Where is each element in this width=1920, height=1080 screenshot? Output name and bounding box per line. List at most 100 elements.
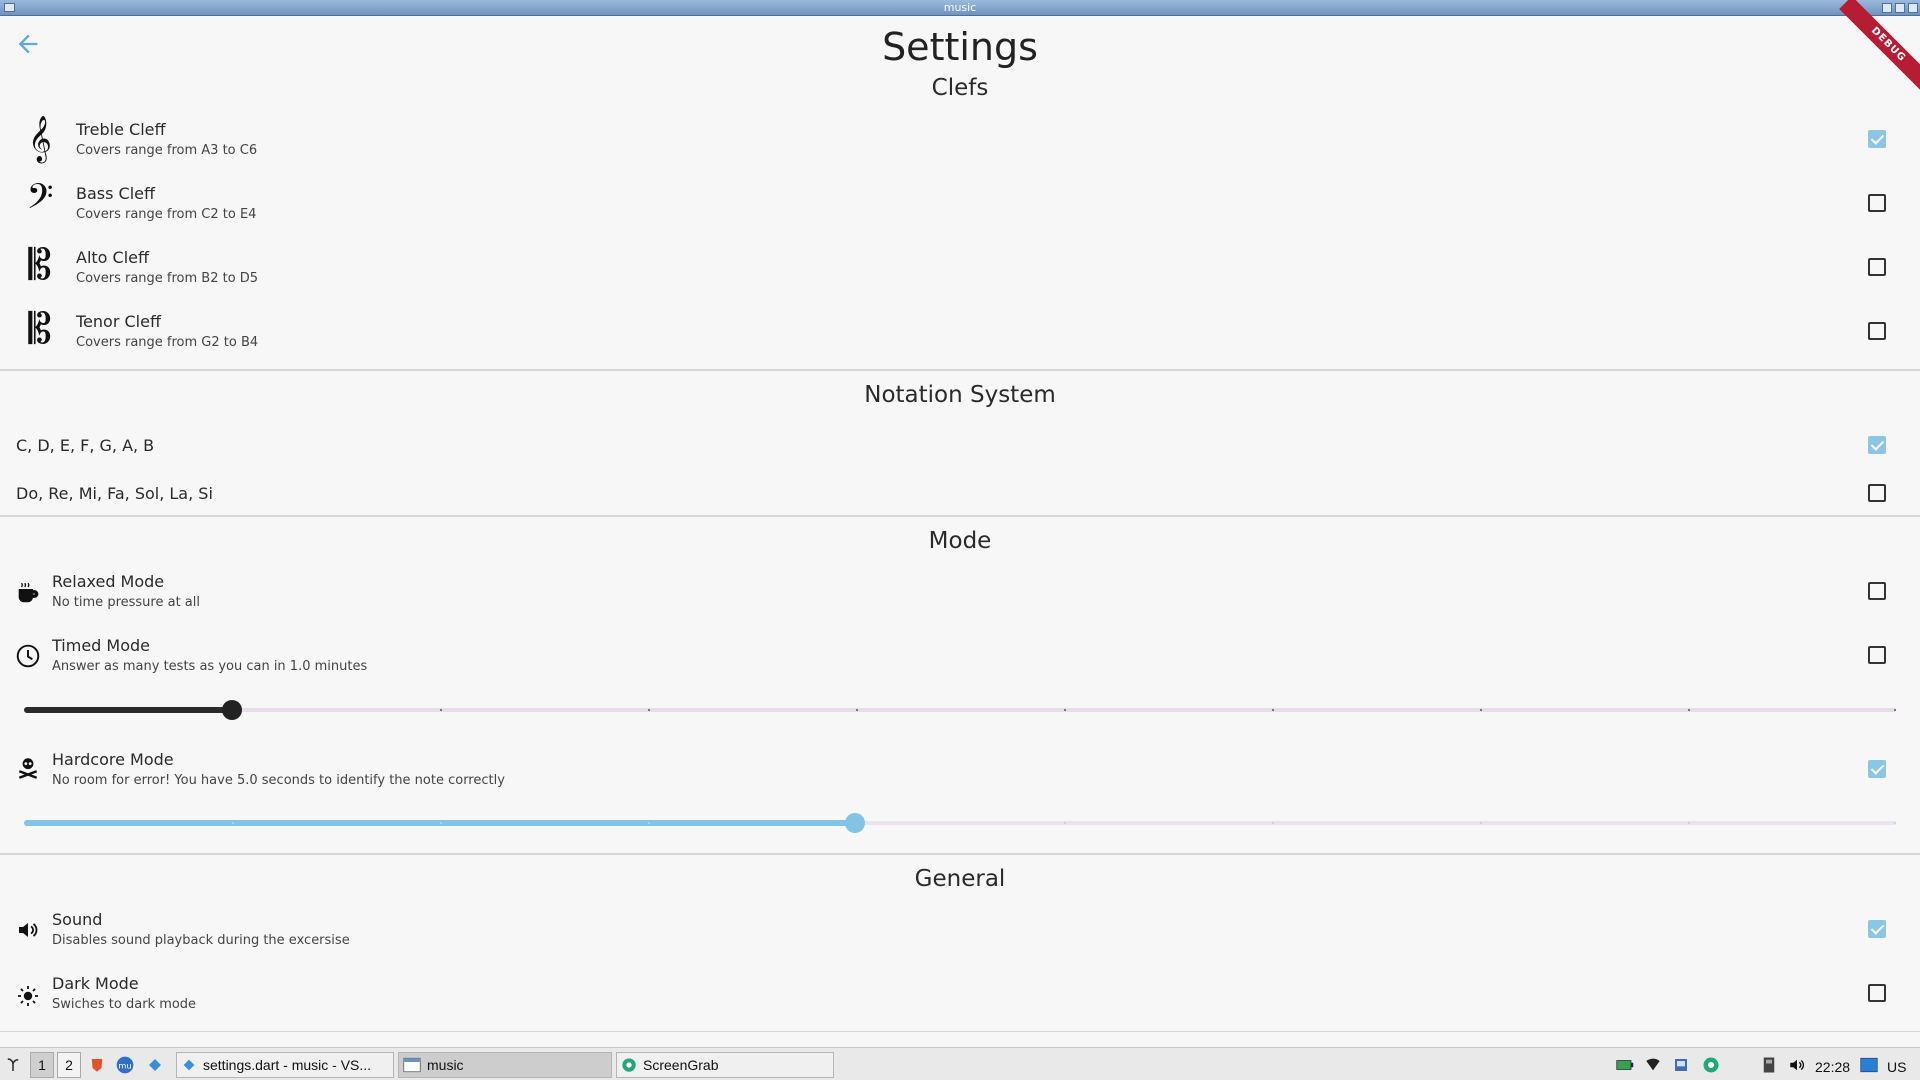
mode-description: No room for error! You have 5.0 seconds … [52, 773, 505, 788]
slider-tick [648, 709, 650, 711]
general-label: Dark Mode [52, 974, 139, 993]
skull-crossbones-icon [14, 754, 42, 782]
workspace-2-button[interactable]: 2 [57, 1052, 81, 1078]
battery-icon[interactable] [1616, 1056, 1634, 1074]
notation-label: Do, Re, Mi, Fa, Sol, La, Si [16, 484, 213, 503]
taskbar-task-music[interactable]: music [398, 1052, 612, 1078]
notation-solfege-checkbox[interactable] [1868, 484, 1886, 502]
clef-row-treble[interactable]: 𝄞 Treble Cleff Covers range from A3 to C… [0, 108, 1920, 170]
alto-clef-icon: 𝄡 [28, 240, 52, 289]
window-title: music [943, 1, 977, 14]
app-launcher-icon[interactable]: mu [114, 1052, 136, 1078]
task-label: music [427, 1057, 464, 1073]
speaker-icon [14, 916, 42, 944]
clef-range: Covers range from A3 to C6 [76, 143, 258, 158]
section-title-mode: Mode [928, 528, 992, 554]
sun-icon [14, 982, 42, 1010]
general-row-sound[interactable]: Sound Disables sound playback during the… [0, 900, 1920, 962]
bass-clef-checkbox[interactable] [1868, 194, 1886, 212]
coffee-cup-icon [14, 580, 42, 608]
section-title-general: General [914, 866, 1006, 892]
task-label: ScreenGrab [643, 1057, 719, 1073]
tenor-clef-icon: 𝄡 [28, 304, 52, 353]
slider-tick [1480, 822, 1482, 824]
clock-icon [14, 642, 42, 670]
slider-tick [1894, 709, 1896, 711]
slider-tick [1688, 822, 1690, 824]
screengrab-icon [622, 1058, 636, 1072]
slider-tick [856, 709, 858, 711]
timed-mode-slider[interactable] [24, 700, 1896, 720]
clef-label: Alto Cleff [76, 248, 150, 267]
taskbar-task-screengrab[interactable]: ScreenGrab [616, 1052, 834, 1078]
slider-tick [1688, 709, 1690, 711]
clef-label: Tenor Cleff [76, 312, 161, 331]
workspace-1-button[interactable]: 1 [30, 1052, 54, 1078]
workspace-label: 2 [65, 1057, 73, 1073]
taskbar: 1 2 mu settings.dart - music - VS... mus… [0, 1047, 1920, 1080]
brave-browser-icon[interactable] [86, 1052, 108, 1078]
keyboard-layout[interactable]: US [1887, 1054, 1906, 1080]
mode-row-relaxed[interactable]: Relaxed Mode No time pressure at all [0, 562, 1920, 624]
mode-description: No time pressure at all [52, 595, 200, 610]
clef-row-alto[interactable]: 𝄡 Alto Cleff Covers range from B2 to D5 [0, 236, 1920, 298]
relaxed-mode-checkbox[interactable] [1868, 582, 1886, 600]
section-divider [0, 853, 1920, 855]
clock[interactable]: 22:28 [1815, 1054, 1850, 1080]
sound-checkbox[interactable] [1868, 920, 1886, 938]
slider-thumb[interactable] [845, 813, 866, 833]
general-row-dark-mode[interactable]: Dark Mode Swiches to dark mode [0, 964, 1920, 1026]
treble-clef-icon: 𝄞 [28, 116, 52, 162]
notation-row-letters[interactable]: C, D, E, F, G, A, B [0, 420, 1920, 468]
slider-tick [1272, 709, 1274, 711]
taskbar-task-vscode[interactable]: settings.dart - music - VS... [176, 1052, 394, 1078]
tenor-clef-checkbox[interactable] [1868, 322, 1886, 340]
volume-icon[interactable] [1788, 1056, 1806, 1074]
clef-range: Covers range from C2 to E4 [76, 207, 257, 222]
network-icon[interactable] [1672, 1056, 1690, 1074]
removable-drive-icon[interactable] [1760, 1056, 1778, 1074]
mode-row-timed[interactable]: Timed Mode Answer as many tests as you c… [0, 626, 1920, 688]
notation-label: C, D, E, F, G, A, B [16, 436, 155, 455]
slider-tick [440, 709, 442, 711]
slider-thumb[interactable] [221, 700, 242, 720]
page-title: Settings [882, 25, 1038, 69]
svg-text:mu: mu [118, 1060, 131, 1070]
general-description: Swiches to dark mode [52, 997, 197, 1012]
dark-mode-checkbox[interactable] [1868, 984, 1886, 1002]
show-desktop-icon[interactable] [1860, 1056, 1878, 1074]
notation-letters-checkbox[interactable] [1868, 436, 1886, 454]
hardcore-mode-slider[interactable] [24, 813, 1896, 833]
slider-track [24, 708, 1896, 712]
slider-tick [648, 822, 650, 824]
vscode-icon [183, 1059, 195, 1071]
hardcore-mode-checkbox[interactable] [1868, 760, 1886, 778]
close-button[interactable] [1908, 3, 1918, 13]
minimize-button[interactable] [1882, 3, 1892, 13]
screengrab-tray-icon[interactable] [1702, 1056, 1720, 1074]
general-label: Sound [52, 910, 103, 929]
slider-tick [232, 822, 234, 824]
bass-clef-icon: 𝄢 [26, 176, 54, 225]
section-title-clefs: Clefs [931, 75, 989, 101]
slider-active-track [24, 707, 232, 713]
vscode-launcher-icon[interactable] [144, 1052, 166, 1078]
slider-tick [1064, 822, 1066, 824]
start-menu-icon[interactable] [2, 1052, 24, 1078]
mode-row-hardcore[interactable]: Hardcore Mode No room for error! You hav… [0, 738, 1920, 800]
slider-tick [1064, 709, 1066, 711]
timed-mode-checkbox[interactable] [1868, 646, 1886, 664]
wifi-icon[interactable] [1644, 1056, 1662, 1074]
mode-label: Hardcore Mode [52, 750, 174, 769]
clef-row-bass[interactable]: 𝄢 Bass Cleff Covers range from C2 to E4 [0, 172, 1920, 234]
treble-clef-checkbox[interactable] [1868, 130, 1886, 148]
clef-label: Treble Cleff [76, 120, 166, 139]
clef-range: Covers range from B2 to D5 [76, 271, 259, 286]
window-icon [403, 1057, 421, 1073]
section-divider [0, 1031, 1920, 1032]
clef-row-tenor[interactable]: 𝄡 Tenor Cleff Covers range from G2 to B4 [0, 300, 1920, 362]
section-title-notation: Notation System [864, 382, 1056, 408]
maximize-button[interactable] [1895, 3, 1905, 13]
notation-row-solfege[interactable]: Do, Re, Mi, Fa, Sol, La, Si [0, 468, 1920, 516]
alto-clef-checkbox[interactable] [1868, 258, 1886, 276]
